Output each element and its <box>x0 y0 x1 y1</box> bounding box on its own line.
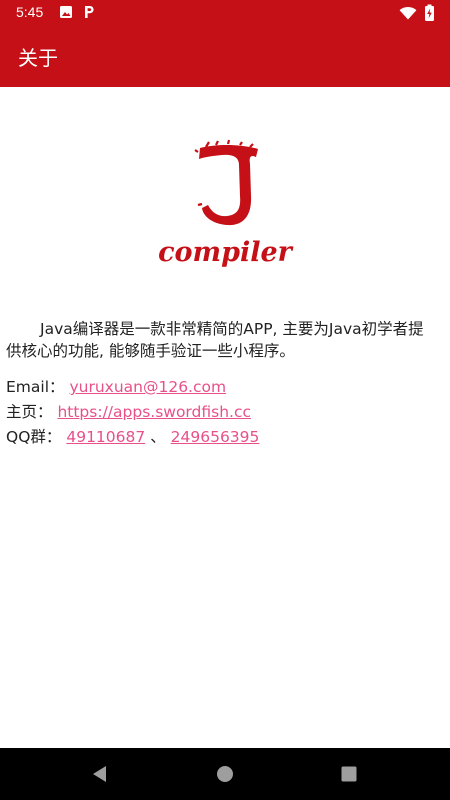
app-bar: 关于 <box>0 26 450 87</box>
page-title: 关于 <box>18 46 58 70</box>
qq-separator: 、 <box>150 428 166 446</box>
recents-icon[interactable] <box>341 766 357 782</box>
p-app-icon <box>85 6 94 18</box>
navigation-bar <box>0 748 450 800</box>
homepage-link[interactable]: https://apps.swordfish.cc <box>57 403 251 421</box>
qq-group-link-1[interactable]: 49110687 <box>66 428 145 446</box>
battery-charging-icon <box>425 4 434 21</box>
status-time: 5:45 <box>16 4 44 20</box>
logo-text: compiler <box>158 237 294 268</box>
home-icon[interactable] <box>216 765 234 783</box>
homepage-label: 主页： <box>6 403 53 421</box>
about-content: Java编译器是一款非常精简的APP, 主要为Java初学者提供核心的功能, 能… <box>6 318 438 450</box>
homepage-row: 主页： https://apps.swordfish.cc <box>6 400 438 425</box>
compiler-logo: compiler <box>158 139 294 268</box>
email-row: Email： yuruxuan@126.com <box>6 375 438 400</box>
email-link[interactable]: yuruxuan@126.com <box>69 378 226 396</box>
status-bar: 5:45 <box>0 0 450 26</box>
back-icon[interactable] <box>90 764 108 784</box>
wifi-icon <box>399 6 417 20</box>
qq-group-link-2[interactable]: 249656395 <box>171 428 260 446</box>
app-description: Java编译器是一款非常精简的APP, 主要为Java初学者提供核心的功能, 能… <box>6 320 424 360</box>
image-icon <box>60 6 72 18</box>
qq-label: QQ群： <box>6 428 62 446</box>
qq-row: QQ群： 49110687 、 249656395 <box>6 425 438 450</box>
email-label: Email： <box>6 378 65 396</box>
